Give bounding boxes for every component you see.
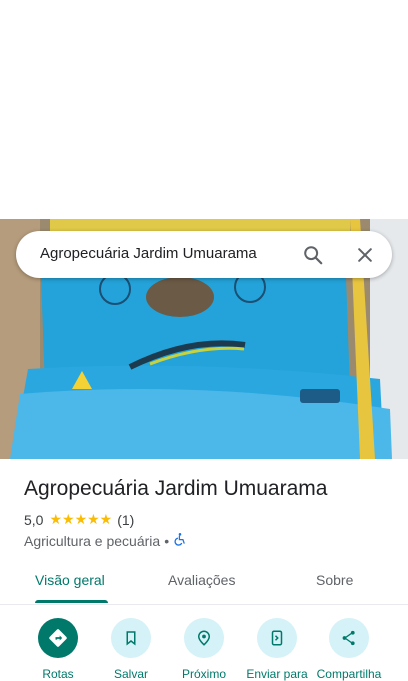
directions-icon [38,618,78,658]
action-bar: Rotas Salvar Próximo Enviar para Compart… [0,604,408,681]
send-to-phone-icon [257,618,297,658]
share-label: Compartilha [316,667,382,681]
close-icon[interactable] [350,240,380,270]
rating-value: 5,0 [24,511,44,528]
save-label: Salvar [113,667,148,681]
nearby-label: Próximo [181,667,226,681]
place-title: Agropecuária Jardim Umuarama [24,477,328,500]
tab-overview[interactable]: Visão geral [35,572,105,588]
rating-row[interactable]: 5,0 ★★★★★ (1) [24,511,134,528]
active-tab-indicator [35,600,108,603]
send-to-phone-button[interactable]: Enviar para [242,618,312,681]
category-label[interactable]: Agricultura e pecuária [24,533,160,549]
nearby-button[interactable]: Próximo [169,618,239,681]
map-area [0,0,408,219]
nearby-icon [184,618,224,658]
tab-bar: Visão geral Avaliações Sobre [0,560,408,605]
search-icon[interactable] [298,240,328,270]
send-to-phone-label: Enviar para [246,667,308,681]
search-bar[interactable]: Agropecuária Jardim Umuarama [16,231,392,278]
category-row: Agricultura e pecuária • [24,532,187,549]
bookmark-icon [111,618,151,658]
share-button[interactable]: Compartilha [314,618,384,681]
share-icon [329,618,369,658]
directions-label: Rotas [42,667,74,681]
review-count[interactable]: (1) [117,512,134,528]
directions-button[interactable]: Rotas [23,618,93,681]
star-rating-icon: ★★★★★ [49,511,113,527]
wheelchair-accessible-icon [173,532,187,549]
search-input[interactable]: Agropecuária Jardim Umuarama [40,245,257,262]
tab-about[interactable]: Sobre [316,572,353,588]
separator-dot: • [164,532,170,549]
save-button[interactable]: Salvar [96,618,166,681]
tab-reviews[interactable]: Avaliações [168,572,235,588]
